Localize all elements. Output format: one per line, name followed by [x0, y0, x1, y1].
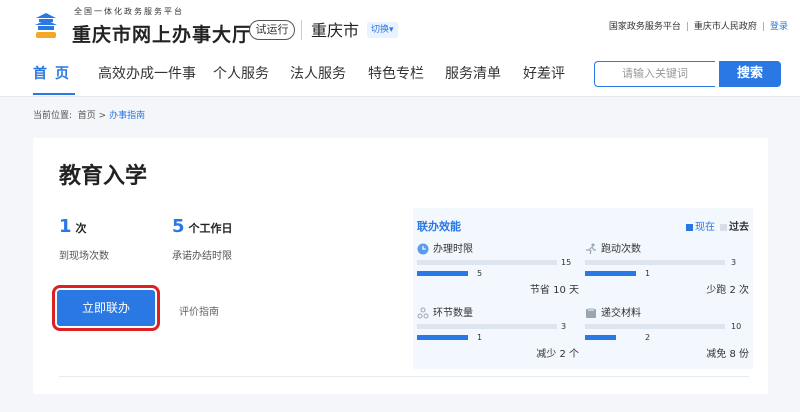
- metric-trips-label: 跑动次数: [601, 244, 641, 255]
- metric-trips-now-value: 1: [645, 269, 651, 278]
- breadcrumb: 当前位置: 首页 > 办事指南: [33, 108, 145, 121]
- metric-steps-past-bar: [417, 324, 557, 329]
- time-limit-value: 5 个工作日: [172, 216, 233, 237]
- site-title[interactable]: 重庆市网上办事大厅: [72, 20, 252, 47]
- nav-active-underline: [33, 93, 75, 95]
- clock-icon: [417, 243, 429, 255]
- evaluation-guide-link[interactable]: 评价指南: [179, 303, 219, 318]
- nav-item-special[interactable]: 特色专栏: [368, 63, 424, 83]
- nav-item-personal[interactable]: 个人服务: [213, 63, 269, 83]
- metric-steps-now-value: 1: [477, 333, 483, 342]
- metric-trips-past-value: 3: [731, 258, 737, 267]
- legend-past-label: 过去: [729, 222, 749, 233]
- legend-past-swatch: [720, 223, 727, 231]
- site-header: 全国一体化政务服务平台 重庆市网上办事大厅 试运行 重庆市 切换▾ 国家政务服务…: [0, 0, 800, 52]
- metric-trips: 跑动次数: [585, 240, 641, 255]
- platform-slogan: 全国一体化政务服务平台: [74, 7, 184, 16]
- metric-docs-past-value: 10: [731, 322, 742, 331]
- link-separator: |: [761, 22, 765, 32]
- nav-item-service-list[interactable]: 服务清单: [445, 63, 501, 83]
- caret-down-icon: ▾: [389, 25, 394, 35]
- breadcrumb-home[interactable]: 首页: [78, 111, 96, 121]
- metric-time-saving: 节省 10 天: [529, 285, 579, 296]
- metric-trips-past-bar: [585, 260, 725, 265]
- nav-item-corporate[interactable]: 法人服务: [290, 63, 346, 83]
- city-switch-button[interactable]: 切换▾: [367, 22, 398, 38]
- switch-label: 切换: [371, 25, 390, 35]
- top-links: 国家政务服务平台 | 重庆市人民政府 | 登录: [609, 19, 788, 32]
- nav-item-home[interactable]: 首页: [33, 63, 77, 83]
- metric-time-past-bar: [417, 260, 557, 265]
- breadcrumb-prefix: 当前位置:: [33, 111, 73, 121]
- metric-trips-saving: 少跑 2 次: [706, 285, 749, 296]
- apply-now-button[interactable]: 立即联办: [52, 285, 160, 331]
- breadcrumb-separator: >: [98, 111, 107, 121]
- trial-badge: 试运行: [249, 20, 295, 40]
- search-button[interactable]: 搜索: [719, 61, 781, 87]
- visit-count-value: 1次: [59, 216, 87, 237]
- metric-trips-now-bar: [585, 271, 636, 276]
- nav-item-rating[interactable]: 好差评: [523, 63, 565, 83]
- metric-time-now-bar: [417, 271, 468, 276]
- metric-time-past-value: 15: [561, 258, 572, 267]
- visit-count-label: 到现场次数: [59, 251, 109, 262]
- metric-docs-past-bar: [585, 324, 725, 329]
- cq-gov-link[interactable]: 重庆市人民政府: [694, 22, 757, 32]
- service-card: 教育入学 1次 到现场次数 5 个工作日 承诺办结时限 立即联办 评价指南 联办效…: [33, 138, 768, 394]
- doc-icon: [585, 307, 597, 319]
- national-platform-link[interactable]: 国家政务服务平台: [609, 22, 681, 32]
- metric-docs: 递交材料: [585, 304, 641, 319]
- panel-legend: 现在 过去: [686, 218, 749, 233]
- metric-docs-now-bar: [585, 335, 616, 340]
- header-divider: [301, 20, 302, 40]
- panel-title: 联办效能: [417, 220, 461, 233]
- link-separator: |: [685, 22, 689, 32]
- metric-docs-now-value: 2: [645, 333, 651, 342]
- legend-now-label: 现在: [695, 222, 715, 233]
- metric-docs-label: 递交材料: [601, 308, 641, 319]
- metric-time: 办理时限: [417, 240, 473, 255]
- metric-time-now-value: 5: [477, 269, 483, 278]
- search-input[interactable]: 请输入关键词: [594, 61, 715, 87]
- metric-steps-now-bar: [417, 335, 468, 340]
- metric-steps-saving: 减少 2 个: [536, 349, 579, 360]
- efficiency-panel: 联办效能 现在 过去 办理时限 15 5 节省 10 天 跑动次数 3 1 少跑 …: [413, 208, 753, 369]
- breadcrumb-current: 办事指南: [109, 111, 146, 121]
- current-city: 重庆市: [311, 21, 360, 40]
- card-divider: [59, 376, 749, 377]
- time-limit-unit: 个工作日: [188, 222, 233, 235]
- metric-steps: 环节数量: [417, 304, 473, 319]
- metric-steps-past-value: 3: [561, 322, 567, 331]
- login-link[interactable]: 登录: [770, 22, 788, 32]
- metric-docs-saving: 减免 8 份: [706, 349, 749, 360]
- run-icon: [585, 243, 597, 255]
- legend-now-swatch: [686, 223, 693, 231]
- page-title: 教育入学: [59, 164, 148, 189]
- palace-logo-icon: [33, 10, 59, 40]
- metric-steps-label: 环节数量: [433, 308, 473, 319]
- time-limit-label: 承诺办结时限: [172, 251, 232, 262]
- nav-item-one-thing[interactable]: 高效办成一件事: [98, 63, 196, 83]
- metric-time-label: 办理时限: [433, 244, 473, 255]
- visit-count-unit: 次: [75, 222, 87, 235]
- node-icon: [417, 307, 429, 319]
